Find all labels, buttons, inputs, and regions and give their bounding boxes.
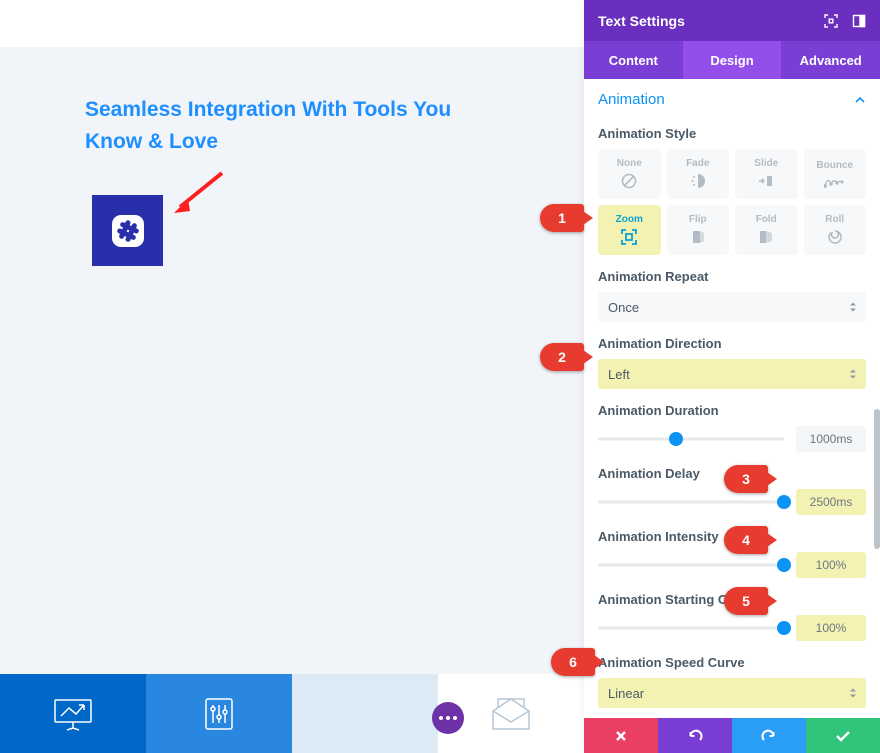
bounce-icon [824, 174, 846, 188]
section-toggle-animation[interactable]: Animation [598, 79, 866, 112]
label-direction: Animation Direction [598, 336, 866, 351]
scrollbar-thumb[interactable] [874, 409, 880, 549]
slide-icon [757, 172, 775, 190]
preview-canvas: Seamless Integration With Tools You Know… [0, 47, 584, 674]
panel-action-bar [584, 718, 880, 753]
style-none[interactable]: None [598, 149, 661, 199]
page-preview: Seamless Integration With Tools You Know… [0, 0, 584, 753]
panel-header: Text Settings [584, 0, 880, 41]
slider-opacity[interactable]: 100% [598, 615, 866, 641]
callout-6: 6 [551, 648, 595, 676]
section-title: Animation [598, 91, 665, 108]
none-icon [620, 172, 638, 190]
select-caret-icon [848, 368, 858, 380]
fade-icon [689, 172, 707, 190]
envelope-icon [490, 697, 532, 731]
style-grid: None Fade Slide Bounce Zoom Flip [598, 149, 866, 255]
fold-icon [757, 228, 775, 246]
preview-icon-tile[interactable] [92, 195, 163, 266]
callout-1: 1 [540, 204, 584, 232]
redo-button[interactable] [732, 718, 806, 753]
select-repeat[interactable]: Once [598, 292, 866, 322]
duration-value[interactable]: 1000ms [796, 426, 866, 452]
label-repeat: Animation Repeat [598, 269, 866, 284]
preview-headline: Seamless Integration With Tools You Know… [85, 94, 495, 157]
presentation-icon [51, 696, 95, 732]
callout-3: 3 [724, 465, 768, 493]
undo-icon [687, 729, 703, 743]
tab-content[interactable]: Content [584, 41, 683, 79]
callout-5: 5 [724, 587, 768, 615]
footer-card-1[interactable] [0, 674, 146, 753]
slider-intensity[interactable]: 100% [598, 552, 866, 578]
save-button[interactable] [806, 718, 880, 753]
expand-panel-icon[interactable] [824, 14, 838, 28]
preview-footer-row [0, 674, 584, 753]
style-slide[interactable]: Slide [735, 149, 798, 199]
select-curve-value: Linear [608, 686, 644, 701]
select-direction-value: Left [608, 367, 630, 382]
undo-button[interactable] [658, 718, 732, 753]
select-caret-icon [848, 687, 858, 699]
fab-more[interactable] [432, 702, 464, 734]
close-icon [614, 729, 628, 743]
footer-card-3[interactable] [292, 674, 438, 753]
slack-icon [109, 212, 147, 250]
label-style: Animation Style [598, 126, 866, 141]
style-roll[interactable]: Roll [804, 205, 867, 255]
slider-delay[interactable]: 2500ms [598, 489, 866, 515]
dock-panel-icon[interactable] [852, 14, 866, 28]
label-duration: Animation Duration [598, 403, 866, 418]
select-repeat-value: Once [608, 300, 639, 315]
roll-icon [826, 228, 844, 246]
settings-panel: Text Settings Content Design Advanced An… [584, 0, 880, 753]
zoom-icon [620, 228, 638, 246]
style-fade[interactable]: Fade [667, 149, 730, 199]
style-zoom[interactable]: Zoom [598, 205, 661, 255]
intensity-value[interactable]: 100% [796, 552, 866, 578]
check-icon [835, 730, 851, 742]
sliders-icon [200, 695, 238, 733]
select-caret-icon [848, 301, 858, 313]
cancel-button[interactable] [584, 718, 658, 753]
flip-icon [689, 228, 707, 246]
label-curve: Animation Speed Curve [598, 655, 866, 670]
tab-design[interactable]: Design [683, 41, 782, 79]
settings-tabs: Content Design Advanced [584, 41, 880, 79]
footer-card-2[interactable] [146, 674, 292, 753]
opacity-value[interactable]: 100% [796, 615, 866, 641]
panel-title: Text Settings [598, 13, 824, 29]
delay-value[interactable]: 2500ms [796, 489, 866, 515]
tab-advanced[interactable]: Advanced [781, 41, 880, 79]
annotation-arrow [170, 167, 230, 217]
chevron-up-icon [854, 94, 866, 106]
panel-body[interactable]: Animation Animation Style None Fade Slid… [584, 79, 880, 718]
callout-4: 4 [724, 526, 768, 554]
select-curve[interactable]: Linear [598, 678, 866, 708]
style-bounce[interactable]: Bounce [804, 149, 867, 199]
redo-icon [761, 729, 777, 743]
slider-duration[interactable]: 1000ms [598, 426, 866, 452]
style-fold[interactable]: Fold [735, 205, 798, 255]
callout-2: 2 [540, 343, 584, 371]
style-flip[interactable]: Flip [667, 205, 730, 255]
select-direction[interactable]: Left [598, 359, 866, 389]
